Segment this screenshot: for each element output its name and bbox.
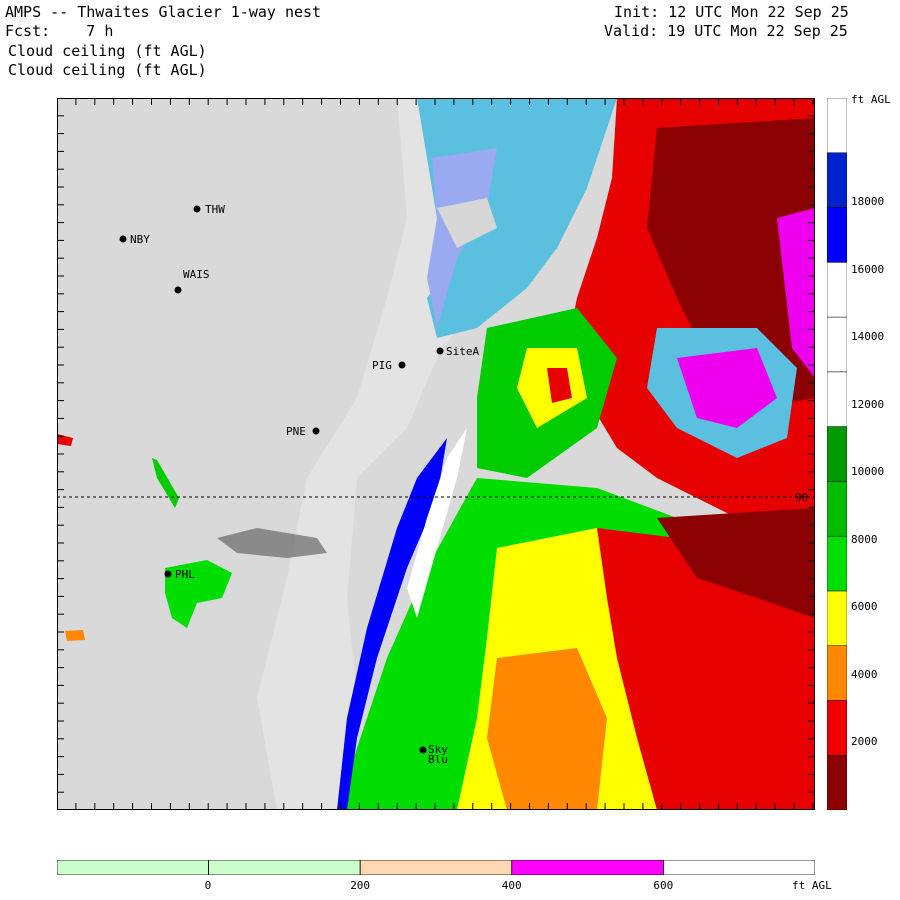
bottom-colorbar-swatch (359, 860, 513, 875)
right-colorbar-swatch (827, 426, 847, 482)
right-colorbar-swatch (827, 481, 847, 537)
field-label-1: Cloud ceiling (ft AGL) (8, 42, 207, 60)
right-colorbar (827, 98, 847, 810)
station-pne-label: PNE (286, 425, 306, 438)
meridian-label: 90 W (795, 491, 815, 504)
right-colorbar-swatch (827, 754, 847, 810)
bottom-colorbar-swatch (57, 860, 210, 875)
right-colorbar-tick-label: 4000 (851, 667, 878, 681)
right-colorbar-tick-label: 14000 (851, 330, 885, 343)
right-colorbar-swatch (827, 371, 847, 427)
right-colorbar-swatch (827, 152, 847, 208)
bottom-colorbar-swatch (511, 860, 664, 875)
bottom-colorbar-tick-label: 200 (350, 879, 371, 892)
right-colorbar-tick-label: 16000 (851, 262, 885, 276)
field-label-2: Cloud ceiling (ft AGL) (8, 61, 207, 79)
right-colorbar-tick-label: 2000 (851, 735, 878, 748)
right-colorbar-tick-label: 8000 (851, 532, 878, 546)
bottom-colorbar (57, 860, 815, 875)
cloud-region-orange-westedge (65, 630, 85, 641)
station-thw-label: THW (205, 203, 225, 216)
cloud-ceiling-map: 90 W THW NBY WAIS PIG SiteA PNE PHL Sky … (57, 98, 815, 810)
bottom-colorbar-unit: ft AGL (792, 879, 832, 892)
map-title: AMPS -- Thwaites Glacier 1-way nest (5, 3, 322, 21)
bottom-colorbar-swatch (663, 860, 815, 875)
bottom-colorbar-tick-label: 0 (204, 879, 212, 892)
bottom-colorbar-swatch (208, 860, 361, 875)
right-colorbar-swatch (827, 316, 847, 373)
right-colorbar-swatch (827, 98, 847, 154)
right-colorbar-tick-label: 12000 (851, 397, 885, 411)
station-wais-label: WAIS (183, 268, 210, 281)
station-pig-label: PIG (372, 359, 392, 372)
forecast-hour: Fcst: 7 h (5, 22, 114, 40)
station-phl-label: PHL (175, 568, 195, 581)
station-nby-label: NBY (130, 233, 150, 246)
right-colorbar-tick-label: 10000 (851, 465, 885, 478)
right-colorbar-unit: ft AGL (851, 93, 891, 106)
station-blu-label: Blu (428, 753, 448, 766)
bottom-colorbar-tick-label: 400 (501, 879, 522, 892)
bottom-colorbar-tick-label: 600 (653, 879, 674, 892)
right-colorbar-swatch (827, 645, 847, 701)
right-colorbar-swatch (827, 700, 847, 756)
station-sitea-label: SiteA (446, 345, 479, 358)
right-colorbar-swatch (827, 262, 847, 318)
right-colorbar-tick-label: 6000 (851, 600, 878, 613)
right-colorbar-swatch (827, 590, 847, 646)
right-colorbar-swatch (827, 535, 847, 592)
init-time: Init: 12 UTC Mon 22 Sep 25 (614, 3, 849, 21)
valid-time: Valid: 19 UTC Mon 22 Sep 25 (604, 22, 848, 40)
right-colorbar-swatch (827, 207, 847, 263)
right-colorbar-tick-label: 18000 (851, 195, 885, 208)
